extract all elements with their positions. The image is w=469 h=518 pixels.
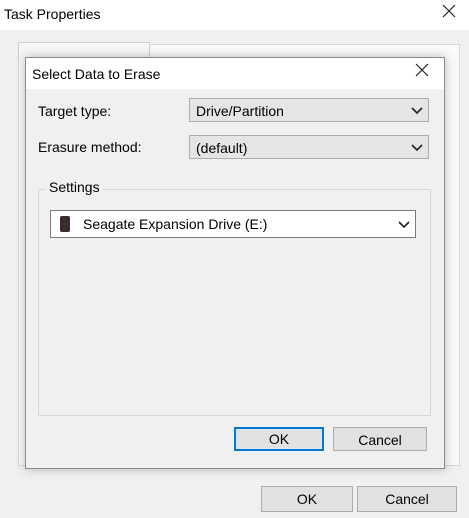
chevron-down-icon: [410, 99, 424, 123]
dialog-titlebar: Select Data to Erase: [26, 58, 444, 89]
chevron-down-icon: [397, 211, 411, 239]
erasure-method-value: (default): [196, 140, 248, 156]
drive-value: Seagate Expansion Drive (E:): [83, 216, 268, 232]
target-type-label: Target type:: [38, 103, 112, 119]
outer-window-title: Task Properties: [4, 6, 101, 22]
drive-icon: [60, 216, 70, 232]
ok-button[interactable]: OK: [234, 427, 324, 451]
dialog-close-icon[interactable]: [412, 63, 432, 83]
outer-window-titlebar: Task Properties: [0, 0, 469, 30]
settings-legend: Settings: [46, 179, 103, 195]
outer-close-icon[interactable]: [439, 4, 459, 24]
outer-cancel-button[interactable]: Cancel: [357, 486, 457, 512]
cancel-button[interactable]: Cancel: [333, 427, 427, 451]
drive-select[interactable]: Seagate Expansion Drive (E:): [50, 210, 416, 238]
target-type-select[interactable]: Drive/Partition: [189, 98, 429, 122]
erasure-method-select[interactable]: (default): [189, 135, 429, 159]
dialog-title: Select Data to Erase: [32, 66, 161, 82]
chevron-down-icon: [410, 136, 424, 160]
erasure-method-label: Erasure method:: [38, 139, 142, 155]
outer-ok-button[interactable]: OK: [261, 486, 353, 512]
target-type-value: Drive/Partition: [196, 103, 284, 119]
select-data-dialog: Select Data to Erase Target type: Drive/…: [25, 57, 445, 469]
